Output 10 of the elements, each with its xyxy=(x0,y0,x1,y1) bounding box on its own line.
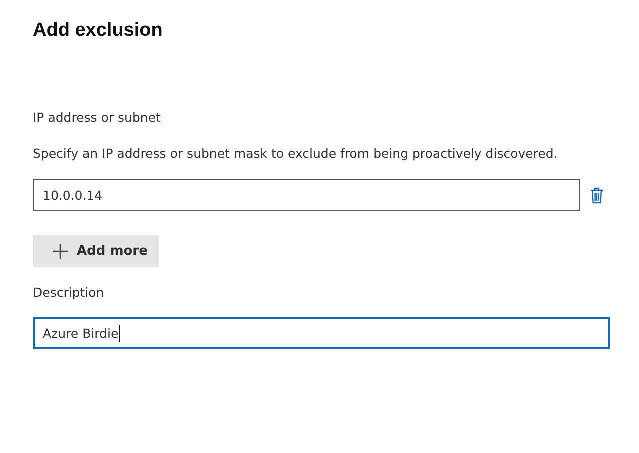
page-title: Add exclusion xyxy=(33,19,163,43)
field-label: Description xyxy=(33,285,104,301)
help-text: Specify an IP address or subnet mask to exclude from being proactively discovered. xyxy=(33,146,558,162)
input-field[interactable]: 10.0.0.14 xyxy=(33,179,580,211)
input-field[interactable]: Azure Birdie xyxy=(33,317,610,349)
field-label: IP address or subnet xyxy=(33,110,161,126)
delete-icon[interactable] xyxy=(590,186,604,204)
add-more-button[interactable]: Add more xyxy=(33,235,159,267)
plus-icon xyxy=(53,244,68,258)
text-cursor xyxy=(118,324,120,342)
